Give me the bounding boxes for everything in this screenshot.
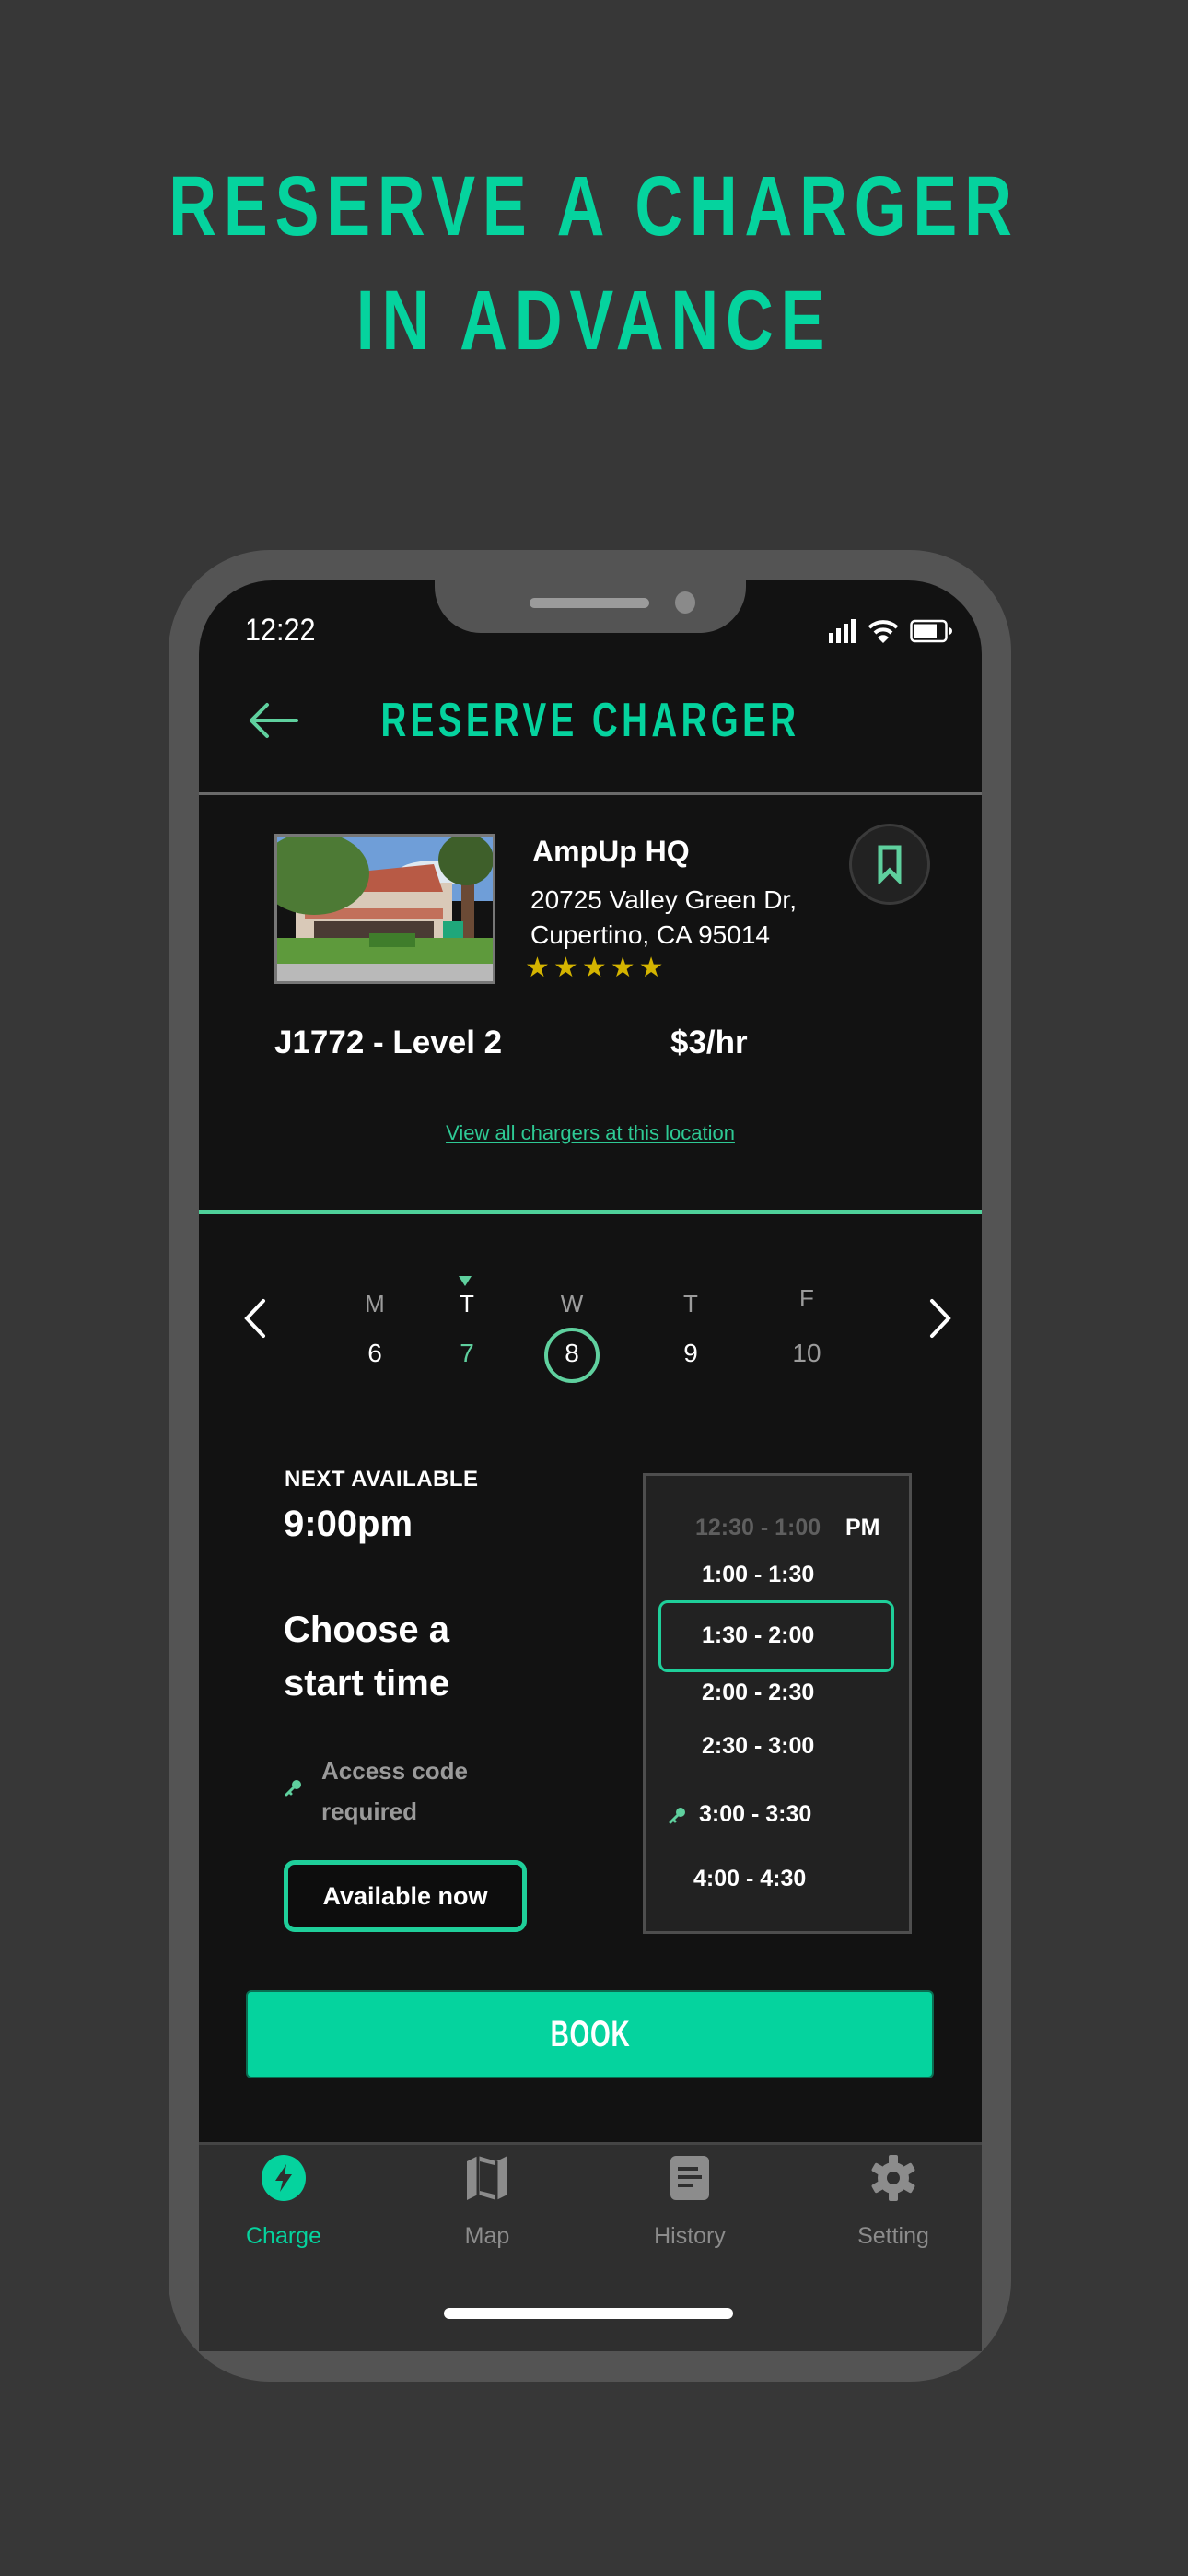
chevron-right-icon[interactable] [926,1297,954,1340]
time-slot[interactable]: 2:30 - 3:00 [702,1733,814,1760]
day-wednesday[interactable]: W 8 [535,1290,609,1368]
next-available-label: NEXT AVAILABLE [285,1467,479,1492]
heading-line1: Choose a [284,1610,450,1650]
document-list-icon [670,2156,709,2200]
battery-icon [910,619,952,643]
available-now-button[interactable]: Available now [284,1860,527,1932]
key-icon [285,1780,301,1797]
address-line1: 20725 Valley Green Dr, [530,885,797,914]
header-divider [199,792,982,795]
day-tuesday[interactable]: T 7 [430,1290,504,1368]
day-of-week: W [560,1290,584,1317]
access-line1: Access code [321,1757,468,1785]
day-of-week: T [460,1290,474,1317]
star-icon: ★ [638,953,664,983]
bookmark-icon [878,845,902,884]
gear-icon [871,2155,915,2201]
period-label: PM [845,1515,880,1540]
day-of-week: T [683,1290,698,1317]
status-time: 12:22 [245,613,316,648]
marketing-headline-line1: RESERVE A CHARGER [169,159,1019,253]
tab-label: Charge [246,2223,321,2249]
tab-label: History [654,2223,726,2249]
chevron-left-icon[interactable] [241,1297,269,1340]
time-slot[interactable]: 1:00 - 1:30 [702,1562,814,1588]
charger-type: J1772 - Level 2 [274,1025,503,1060]
speaker-grille [530,598,649,608]
today-marker [459,1276,472,1286]
status-icons [829,619,952,643]
access-line2: required [321,1797,418,1825]
star-icon: ★ [525,953,550,983]
star-icon: ★ [553,953,578,983]
book-button[interactable]: BOOK [246,1990,934,2078]
home-indicator[interactable] [444,2308,733,2319]
day-number: 8 [565,1339,579,1367]
cellular-signal-icon [829,619,856,643]
location-photo [274,834,495,984]
time-slot[interactable]: 3:00 - 3:30 [699,1801,811,1828]
map-icon [467,2156,507,2200]
view-all-chargers-link[interactable]: View all chargers at this location [199,1121,982,1145]
day-number: 9 [683,1339,698,1367]
access-code-note: Access code required [321,1751,468,1832]
time-slot: 12:30 - 1:00 [695,1515,821,1540]
day-number: 10 [792,1339,821,1367]
time-slot[interactable]: 4:00 - 4:30 [693,1866,806,1892]
screen-title: RESERVE CHARGER [380,694,800,747]
tab-label: Setting [857,2223,929,2249]
time-slot[interactable]: 2:00 - 2:30 [702,1680,814,1706]
day-number: 7 [460,1339,474,1367]
day-thursday[interactable]: T 9 [654,1290,728,1368]
heading-line2: start time [284,1663,450,1704]
day-number: 6 [367,1339,382,1367]
choose-start-time-heading: Choose a start time [284,1603,449,1710]
tab-map[interactable]: Map [413,2154,561,2250]
tab-setting[interactable]: Setting [820,2154,967,2250]
phone-notch [435,550,746,633]
charger-price: $3/hr [670,1025,748,1060]
marketing-headline-line2: IN ADVANCE [355,274,833,368]
star-icon: ★ [581,953,607,983]
front-camera [675,591,695,614]
section-divider [199,1210,982,1214]
day-monday[interactable]: M 6 [338,1290,412,1368]
day-of-week: M [365,1290,385,1317]
tab-label: Map [464,2223,510,2249]
day-friday[interactable]: F 10 [770,1284,844,1368]
star-icon: ★ [610,953,635,983]
book-button-label: BOOK [550,2013,630,2055]
tab-history[interactable]: History [616,2154,763,2250]
time-slot-selected[interactable]: 1:30 - 2:00 [702,1622,814,1649]
next-available-time: 9:00pm [284,1504,413,1544]
location-address: 20725 Valley Green Dr, Cupertino, CA 950… [530,883,797,953]
star-rating: ★ ★ ★ ★ ★ [525,952,664,984]
arrow-left-icon[interactable] [247,702,298,739]
wifi-icon [868,620,899,643]
key-icon [669,1808,685,1824]
address-line2: Cupertino, CA 95014 [530,920,770,949]
bookmark-button[interactable] [849,824,930,905]
location-name: AmpUp HQ [532,835,690,868]
day-of-week: F [799,1284,814,1312]
lightning-bolt-icon [262,2155,306,2201]
tab-charge[interactable]: Charge [210,2154,357,2250]
